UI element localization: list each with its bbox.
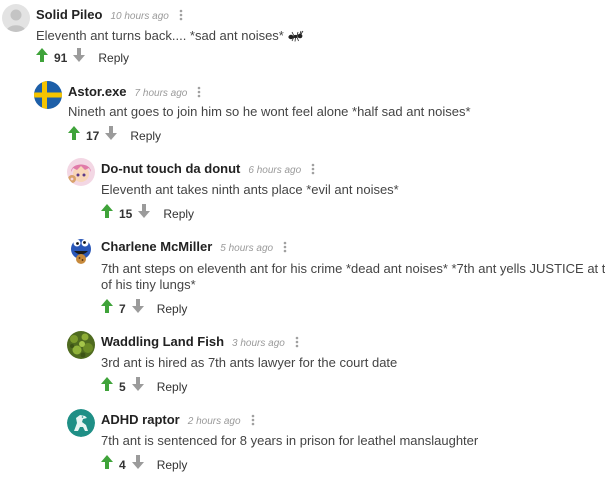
vote-score: 5 bbox=[119, 379, 126, 394]
ant-icon bbox=[288, 30, 304, 46]
timestamp: 3 hours ago bbox=[232, 338, 285, 349]
arrow-down-icon[interactable] bbox=[138, 204, 151, 223]
comment-header: Do-nut touch da donut 6 hours ago bbox=[101, 158, 315, 180]
timestamp: 2 hours ago bbox=[187, 416, 241, 427]
more-vertical-icon[interactable] bbox=[295, 331, 299, 353]
avatar-cookie-monster[interactable] bbox=[67, 236, 95, 264]
more-vertical-icon[interactable] bbox=[283, 236, 287, 258]
arrow-up-icon[interactable] bbox=[101, 204, 113, 223]
comment-text: Eleventh ant turns back.... *sad ant noi… bbox=[36, 28, 284, 43]
arrow-up-icon[interactable] bbox=[101, 377, 113, 396]
reply-button[interactable]: Reply bbox=[157, 458, 188, 472]
more-vertical-icon[interactable] bbox=[251, 409, 255, 431]
arrow-up-icon[interactable] bbox=[101, 455, 113, 474]
comment-actions: 4 Reply bbox=[101, 455, 187, 473]
avatar-default-user[interactable] bbox=[2, 4, 30, 32]
comment-actions: 17 Reply bbox=[68, 126, 161, 144]
more-vertical-icon[interactable] bbox=[311, 158, 315, 180]
comment-text: Nineth ant goes to join him so he wont f… bbox=[68, 104, 471, 119]
sweden-flag-icon bbox=[34, 81, 62, 109]
timestamp: 7 hours ago bbox=[134, 88, 188, 99]
more-vertical-icon[interactable] bbox=[179, 4, 183, 26]
avatar-moss[interactable] bbox=[67, 331, 95, 359]
reply-button[interactable]: Reply bbox=[157, 302, 188, 316]
arrow-down-icon[interactable] bbox=[131, 455, 144, 474]
arrow-up-icon[interactable] bbox=[68, 126, 80, 145]
reply-button[interactable]: Reply bbox=[157, 380, 188, 394]
comment-header: Solid Pileo 10 hours ago bbox=[36, 4, 183, 26]
comment-body: 7th ant is sentenced for 8 years in pris… bbox=[101, 433, 478, 449]
avatar-swedish-flag[interactable] bbox=[34, 81, 62, 109]
author-name[interactable]: Astor.exe bbox=[68, 84, 127, 99]
comment-body: Eleventh ant takes ninth ants place *evi… bbox=[101, 182, 399, 198]
avatar-donut-girl[interactable] bbox=[67, 158, 95, 186]
reply-button[interactable]: Reply bbox=[130, 129, 161, 143]
timestamp: 5 hours ago bbox=[220, 243, 274, 254]
comment-text: 7th ant is sentenced for 8 years in pris… bbox=[101, 433, 479, 448]
comment-actions: 7 Reply bbox=[101, 299, 187, 317]
comment-body: Eleventh ant turns back.... *sad ant noi… bbox=[36, 28, 304, 46]
comment-text-line-1: 7th ant steps on eleventh ant for his cr… bbox=[101, 261, 605, 276]
anime-avatar-icon bbox=[67, 158, 95, 186]
timestamp: 6 hours ago bbox=[248, 165, 302, 176]
timestamp: 10 hours ago bbox=[110, 11, 169, 22]
reply-button[interactable]: Reply bbox=[163, 207, 194, 221]
author-name[interactable]: Waddling Land Fish bbox=[101, 334, 224, 349]
vote-score: 17 bbox=[86, 128, 100, 143]
moss-texture-icon bbox=[67, 331, 95, 359]
reply-button[interactable]: Reply bbox=[98, 51, 129, 65]
comment-header: Charlene McMiller 5 hours ago bbox=[101, 236, 287, 258]
dinosaur-icon bbox=[67, 409, 95, 437]
comment-text-line-2: of his tiny lungs* bbox=[101, 277, 196, 292]
comment-header: Waddling Land Fish 3 hours ago bbox=[101, 331, 299, 353]
arrow-down-icon[interactable] bbox=[73, 48, 86, 67]
comment-text: 3rd ant is hired as 7th ants lawyer for … bbox=[101, 355, 398, 370]
author-name[interactable]: Charlene McMiller bbox=[101, 239, 212, 254]
arrow-up-icon[interactable] bbox=[36, 48, 48, 67]
arrow-up-icon[interactable] bbox=[101, 299, 113, 318]
vote-score: 4 bbox=[119, 457, 126, 472]
more-vertical-icon[interactable] bbox=[197, 81, 201, 103]
comment-body: Nineth ant goes to join him so he wont f… bbox=[68, 104, 471, 120]
comment-actions: 5 Reply bbox=[101, 377, 187, 395]
default-user-icon bbox=[2, 4, 30, 32]
comment-header: ADHD raptor 2 hours ago bbox=[101, 409, 255, 431]
comment-body: 7th ant steps on eleventh ant for his cr… bbox=[101, 261, 605, 293]
author-name[interactable]: Solid Pileo bbox=[36, 7, 102, 22]
cookie-monster-icon bbox=[67, 236, 95, 264]
arrow-down-icon[interactable] bbox=[131, 299, 144, 318]
vote-score: 7 bbox=[119, 301, 126, 316]
arrow-down-icon[interactable] bbox=[131, 377, 144, 396]
vote-score: 15 bbox=[119, 206, 133, 221]
comment-actions: 91 Reply bbox=[36, 48, 129, 66]
comment-body: 3rd ant is hired as 7th ants lawyer for … bbox=[101, 355, 397, 371]
author-name[interactable]: Do-nut touch da donut bbox=[101, 161, 240, 176]
comment-actions: 15 Reply bbox=[101, 204, 194, 222]
arrow-down-icon[interactable] bbox=[105, 126, 118, 145]
avatar-dinosaur[interactable] bbox=[67, 409, 95, 437]
comment-header: Astor.exe 7 hours ago bbox=[68, 81, 201, 103]
author-name[interactable]: ADHD raptor bbox=[101, 412, 180, 427]
comment-text: Eleventh ant takes ninth ants place *evi… bbox=[101, 182, 399, 197]
vote-score: 91 bbox=[54, 50, 68, 65]
